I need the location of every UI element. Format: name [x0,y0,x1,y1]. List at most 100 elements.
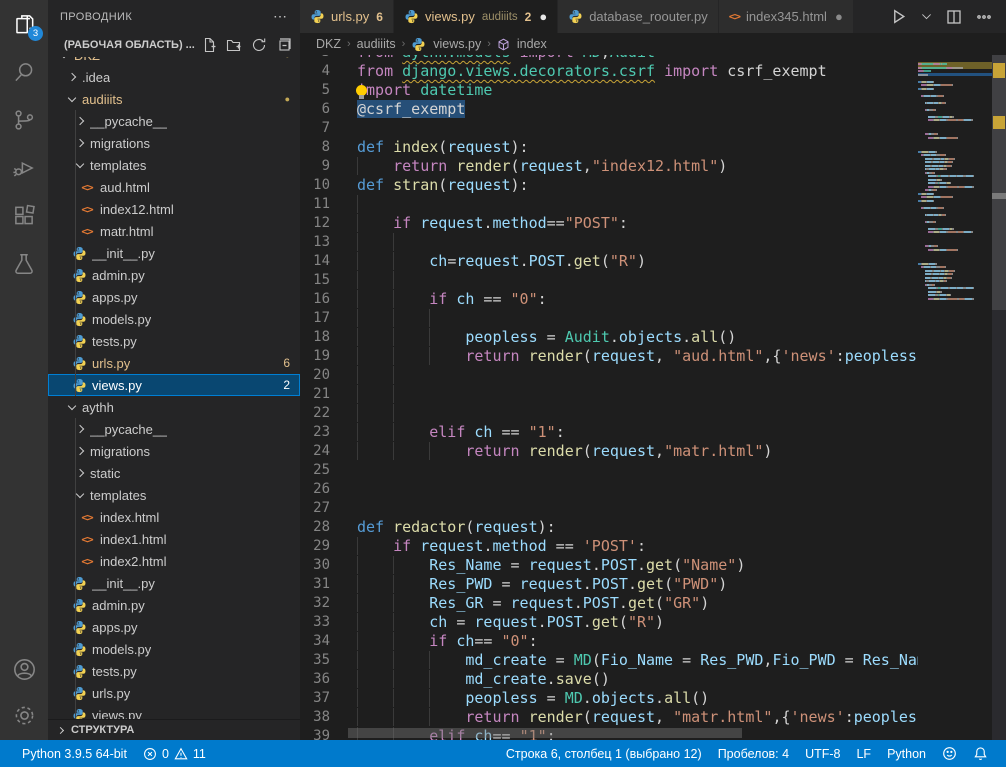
code-line-20[interactable]: 20 [300,366,1006,385]
code-line-26[interactable]: 26 [300,480,1006,499]
run-dropdown-chevron-icon[interactable] [921,11,932,22]
problems-indicator[interactable]: 0 11 [135,740,214,767]
testing-icon[interactable] [0,240,48,288]
code-line-38[interactable]: 38 return render(request, "matr.html",{'… [300,708,1006,727]
search-icon[interactable] [0,48,48,96]
tree-item-urls.py[interactable]: urls.py [48,682,300,704]
code-line-31[interactable]: 31 Res_PWD = request.POST.get("PWD") [300,575,1006,594]
settings-gear-icon[interactable] [0,692,48,738]
tree-item-migrations[interactable]: migrations [48,440,300,462]
cursor-position[interactable]: Строка 6, столбец 1 (выбрано 12) [498,747,710,761]
new-folder-icon[interactable] [226,37,242,53]
tree-item-audiiits[interactable]: audiiits● [48,88,300,110]
code-line-36[interactable]: 36 md_create.save() [300,670,1006,689]
tree-item-templates[interactable]: templates [48,154,300,176]
code-line-9[interactable]: 9 return render(request,"index12.html") [300,157,1006,176]
horizontal-scrollbar[interactable] [348,728,742,738]
breadcrumb[interactable]: DKZ›audiiits›views.py›index [300,33,1006,55]
tree-item-index1.html[interactable]: <>index1.html [48,528,300,550]
tree-item-tests.py[interactable]: tests.py [48,660,300,682]
tree-item-index2.html[interactable]: <>index2.html [48,550,300,572]
code-line-27[interactable]: 27 [300,499,1006,518]
code-line-32[interactable]: 32 Res_GR = request.POST.get("GR") [300,594,1006,613]
tree-item-__init__.py[interactable]: __init__.py [48,242,300,264]
tree-item-urls.py[interactable]: urls.py6 [48,352,300,374]
scrollbar-slider[interactable] [992,55,1006,310]
tab-index345.html[interactable]: <>index345.html● [719,0,854,33]
tree-item-__pycache__[interactable]: __pycache__ [48,418,300,440]
eol-sequence[interactable]: LF [848,747,879,761]
new-file-icon[interactable] [201,37,217,53]
breadcrumb-item-index[interactable]: index [517,37,547,51]
code-line-29[interactable]: 29 if request.method == 'POST': [300,537,1006,556]
tab-views.py[interactable]: views.pyaudiiits2● [394,0,558,33]
account-icon[interactable] [0,646,48,692]
run-debug-icon[interactable] [0,144,48,192]
indentation[interactable]: Пробелов: 4 [710,747,797,761]
tree-item-__pycache__[interactable]: __pycache__ [48,110,300,132]
code-line-24[interactable]: 24 return render(request,"matr.html") [300,442,1006,461]
code-line-10[interactable]: 10def stran(request): [300,176,1006,195]
tree-item-apps.py[interactable]: apps.py [48,616,300,638]
code-line-33[interactable]: 33 ch = request.POST.get("R") [300,613,1006,632]
tree-item-templates[interactable]: templates [48,484,300,506]
tree-item-models.py[interactable]: models.py [48,308,300,330]
sidebar-more-icon[interactable]: ⋯ [273,8,288,25]
run-button[interactable] [890,8,907,25]
code-editor[interactable]: 3from aythh.models import MD,Audit4from … [300,55,1006,740]
code-line-13[interactable]: 13 [300,233,1006,252]
tree-item-index.html[interactable]: <>index.html [48,506,300,528]
tree-item-DKZ[interactable]: DKZ● [48,57,300,66]
tab-database_roouter.py[interactable]: database_roouter.py [558,0,719,33]
notifications-bell-icon[interactable] [965,746,996,761]
extensions-icon[interactable] [0,192,48,240]
tree-item-models.py[interactable]: models.py [48,638,300,660]
tree-item-aud.html[interactable]: <>aud.html [48,176,300,198]
overview-ruler[interactable] [992,55,1006,740]
code-line-28[interactable]: 28def redactor(request): [300,518,1006,537]
tree-item-views.py[interactable]: views.py [48,704,300,719]
code-line-7[interactable]: 7 [300,119,1006,138]
code-line-25[interactable]: 25 [300,461,1006,480]
tree-item-apps.py[interactable]: apps.py [48,286,300,308]
code-line-18[interactable]: 18 peopless = Audit.objects.all() [300,328,1006,347]
code-line-11[interactable]: 11 [300,195,1006,214]
code-line-12[interactable]: 12 if request.method=="POST": [300,214,1006,233]
code-line-14[interactable]: 14 ch=request.POST.get("R") [300,252,1006,271]
code-line-17[interactable]: 17 [300,309,1006,328]
code-line-34[interactable]: 34 if ch== "0": [300,632,1006,651]
code-line-19[interactable]: 19 return render(request, "aud.html",{'n… [300,347,1006,366]
code-line-16[interactable]: 16 if ch == "0": [300,290,1006,309]
encoding[interactable]: UTF-8 [797,747,848,761]
code-line-30[interactable]: 30 Res_Name = request.POST.get("Name") [300,556,1006,575]
tree-item-__init__.py[interactable]: __init__.py [48,572,300,594]
source-control-icon[interactable] [0,96,48,144]
workspace-section-label[interactable]: (РАБОЧАЯ ОБЛАСТЬ) ... [64,39,195,51]
breadcrumb-item-audiiits[interactable]: audiiits [357,37,396,51]
tree-item-static[interactable]: static [48,462,300,484]
code-line-6[interactable]: 6@csrf_exempt [300,100,1006,119]
code-line-15[interactable]: 15 [300,271,1006,290]
code-line-23[interactable]: 23 elif ch == "1": [300,423,1006,442]
breadcrumb-item-views.py[interactable]: views.py [433,37,481,51]
collapse-all-icon[interactable] [276,37,292,53]
tree-item-aythh[interactable]: aythh [48,396,300,418]
tree-item-views.py[interactable]: views.py2 [48,374,300,396]
tree-item-matr.html[interactable]: <>matr.html [48,220,300,242]
language-mode[interactable]: Python [879,747,934,761]
code-line-37[interactable]: 37 peopless = MD.objects.all() [300,689,1006,708]
code-line-35[interactable]: 35 md_create = MD(Fio_Name = Res_PWD,Fio… [300,651,1006,670]
minimap[interactable] [918,55,992,740]
code-line-21[interactable]: 21 [300,385,1006,404]
breadcrumb-item-DKZ[interactable]: DKZ [316,37,341,51]
code-line-8[interactable]: 8def index(request): [300,138,1006,157]
refresh-icon[interactable] [251,37,267,53]
tree-item-.idea[interactable]: .idea [48,66,300,88]
tree-item-admin.py[interactable]: admin.py [48,594,300,616]
tab-urls.py[interactable]: urls.py6 [300,0,394,33]
outline-section[interactable]: СТРУКТУРА [48,719,300,740]
tree-item-index12.html[interactable]: <>index12.html [48,198,300,220]
tree-item-admin.py[interactable]: admin.py [48,264,300,286]
editor-more-actions-icon[interactable] [976,9,992,25]
tree-item-tests.py[interactable]: tests.py [48,330,300,352]
